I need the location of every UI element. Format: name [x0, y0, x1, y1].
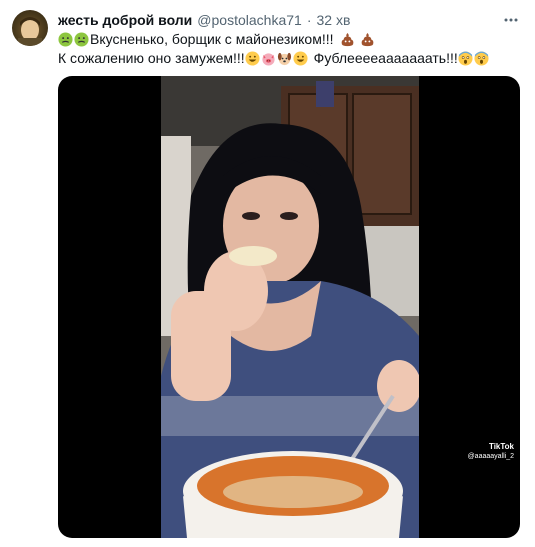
tweet[interactable]: жесть доброй воли @postolachka71 · 32 хв…	[0, 0, 535, 547]
pile-of-poo-emoji	[360, 32, 375, 47]
tiktok-brand: TikTok	[488, 442, 514, 451]
author-handle[interactable]: @postolachka71	[197, 12, 302, 28]
tiktok-username: @aaaaayalli_2	[467, 453, 514, 460]
nauseated-face-emoji	[74, 32, 89, 47]
profile-avatar[interactable]	[12, 10, 48, 46]
tweet-text-line-2: К сожалению оно замужем!!! Фублееееааааа…	[58, 49, 523, 68]
video-player[interactable]: TikTok @aaaaayalli_2	[58, 76, 520, 538]
tiktok-watermark: TikTok @aaaaayalli_2	[468, 442, 514, 462]
pig-face-emoji	[261, 51, 276, 66]
grinning-face-emoji	[293, 51, 308, 66]
nauseated-face-emoji	[58, 32, 73, 47]
tweet-time[interactable]: 32 хв	[316, 12, 350, 28]
face-screaming-emoji	[458, 51, 473, 66]
video-frame[interactable]	[161, 76, 419, 538]
separator-dot: ·	[306, 12, 312, 28]
tweet-text: Вкусненько, борщик с майонезиком!!! К со…	[58, 30, 523, 68]
tweet-text-line-1: Вкусненько, борщик с майонезиком!!!	[58, 30, 523, 49]
face-screaming-emoji	[474, 51, 489, 66]
more-icon[interactable]	[501, 10, 521, 30]
tweet-text-line-2-text-b: Фублееееааааааать!!!	[313, 50, 458, 66]
tweet-text-line-2-text-a: К сожалению оно замужем!!!	[58, 50, 245, 66]
tweet-text-line-1-text: Вкусненько, борщик с майонезиком!!!	[90, 31, 334, 47]
dog-face-emoji	[277, 51, 292, 66]
pile-of-poo-emoji	[340, 32, 355, 47]
author-name[interactable]: жесть доброй воли	[58, 12, 192, 28]
tweet-header: жесть доброй воли @postolachka71 · 32 хв	[58, 10, 495, 30]
grinning-face-emoji	[245, 51, 260, 66]
